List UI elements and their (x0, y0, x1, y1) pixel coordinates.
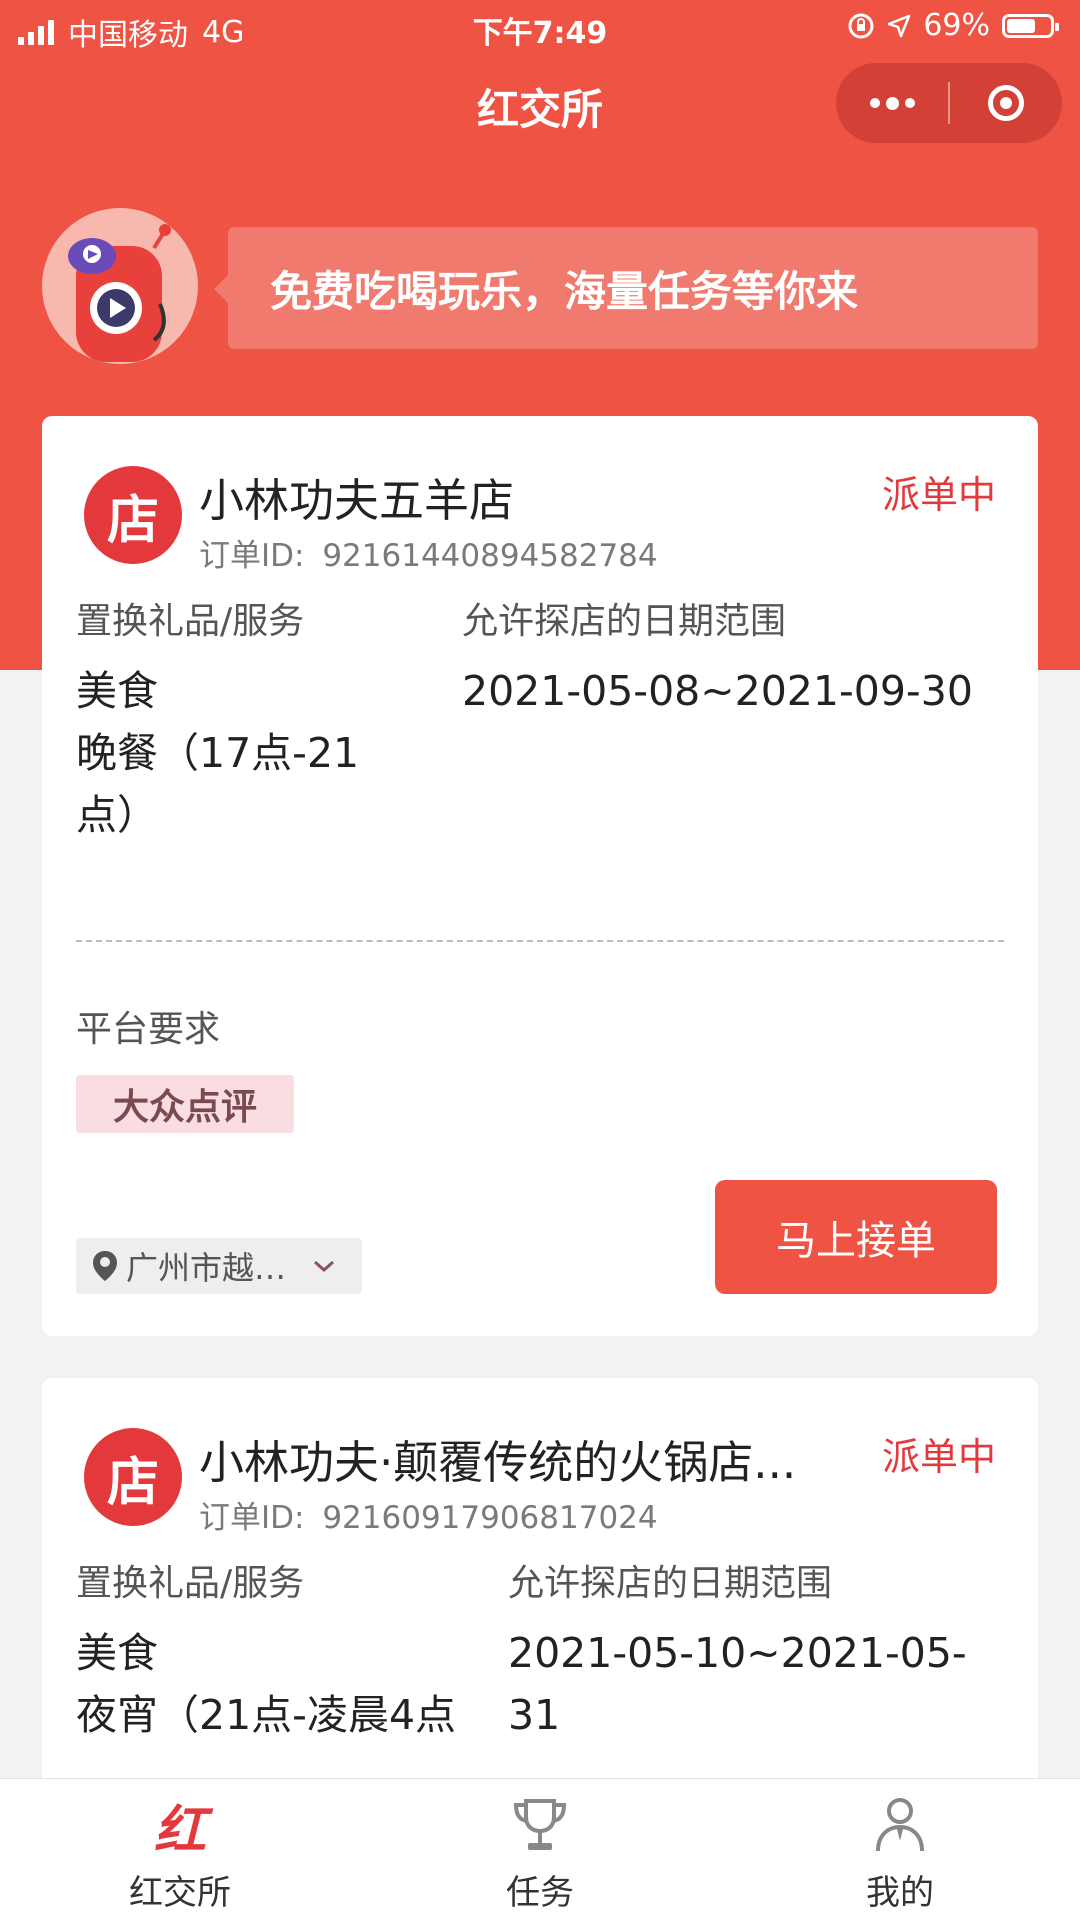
order-id: 订单ID: 92161440894582784 (199, 530, 658, 575)
tab-tasks[interactable]: 任务 (360, 1779, 720, 1920)
logo-glyph: 红 (153, 1799, 206, 1861)
target-close-icon (988, 85, 1024, 121)
orientation-lock-icon (848, 13, 874, 38)
gift-label: 置换礼品/服务 (76, 1563, 305, 1604)
location-arrow-icon (888, 14, 911, 37)
order-status: 派单中 (881, 1435, 996, 1479)
banner-message: 免费吃喝玩乐，海量任务等你来 (214, 227, 1038, 349)
order-id-label: 订单ID: (199, 538, 305, 574)
app-screen: 中国移动 4G 下午7:49 69% 红交所 免费吃喝玩乐，海量任务等你来 店 … (0, 0, 1080, 1920)
bottom-tab-bar: 红 红交所 任务 我的 (0, 1778, 1080, 1920)
status-bar: 中国移动 4G 下午7:49 69% (0, 0, 1080, 56)
date-range-value: 2021-05-08~2021-09-30 (462, 667, 973, 715)
close-mini-program-button[interactable] (950, 63, 1062, 143)
battery-icon (1002, 13, 1059, 38)
location-pin-icon (93, 1251, 117, 1281)
shop-name: 小林功夫·颠覆传统的火锅店... (199, 1436, 797, 1489)
date-range-label: 允许探店的日期范围 (508, 1563, 833, 1604)
more-button[interactable] (836, 63, 948, 143)
location-text: 广州市越… (126, 1249, 287, 1287)
mini-program-capsule (836, 63, 1062, 143)
tab-label: 任务 (506, 1873, 574, 1913)
mascot-avatar (42, 208, 198, 364)
tab-profile[interactable]: 我的 (720, 1779, 1080, 1920)
robot-mascot-icon (68, 224, 171, 362)
order-id-value: 92161440894582784 (322, 538, 658, 574)
user-icon (868, 1793, 932, 1857)
tab-label: 红交所 (129, 1873, 231, 1913)
shop-icon: 店 (84, 466, 182, 564)
date-range-label: 允许探店的日期范围 (462, 601, 787, 642)
gift-value: 美食 晚餐（17点-21点） (76, 660, 416, 846)
order-id: 订单ID: 92160917906817024 (199, 1492, 658, 1537)
battery-percent: 69% (923, 8, 990, 43)
gift-detail: 晚餐（17点-21点） (76, 729, 360, 839)
battery-fill (1007, 18, 1035, 33)
hongjiaosuo-logo-icon: 红 (148, 1793, 212, 1861)
location-selector[interactable]: 广州市越… (76, 1238, 362, 1294)
dashed-divider (76, 940, 1004, 942)
status-right: 69% (847, 8, 1059, 43)
gift-category: 美食 (76, 667, 158, 715)
gift-value: 美食 夜宵（21点-凌晨4点 (76, 1622, 476, 1746)
accept-order-button[interactable]: 马上接单 (715, 1180, 997, 1294)
order-status: 派单中 (881, 473, 996, 517)
requirement-label: 平台要求 (76, 1009, 221, 1050)
order-id-label: 订单ID: (199, 1500, 305, 1536)
gift-label: 置换礼品/服务 (76, 601, 305, 642)
more-dots-icon (869, 96, 915, 110)
shop-name: 小林功夫五羊店 (199, 474, 515, 527)
platform-tag: 大众点评 (76, 1075, 294, 1133)
tab-label: 我的 (866, 1873, 934, 1913)
gift-detail: 夜宵（21点-凌晨4点 (76, 1691, 457, 1739)
trophy-icon (508, 1793, 572, 1857)
chevron-down-icon (314, 1260, 335, 1273)
order-id-value: 92160917906817024 (322, 1500, 658, 1536)
tab-hongjiaosuo[interactable]: 红 红交所 (0, 1779, 360, 1920)
date-range-value: 2021-05-10~2021-05-31 (508, 1629, 967, 1739)
gift-category: 美食 (76, 1629, 158, 1677)
shop-icon: 店 (84, 1428, 182, 1526)
order-card[interactable]: 店 小林功夫五羊店 订单ID: 92161440894582784 派单中 置换… (42, 416, 1038, 1336)
